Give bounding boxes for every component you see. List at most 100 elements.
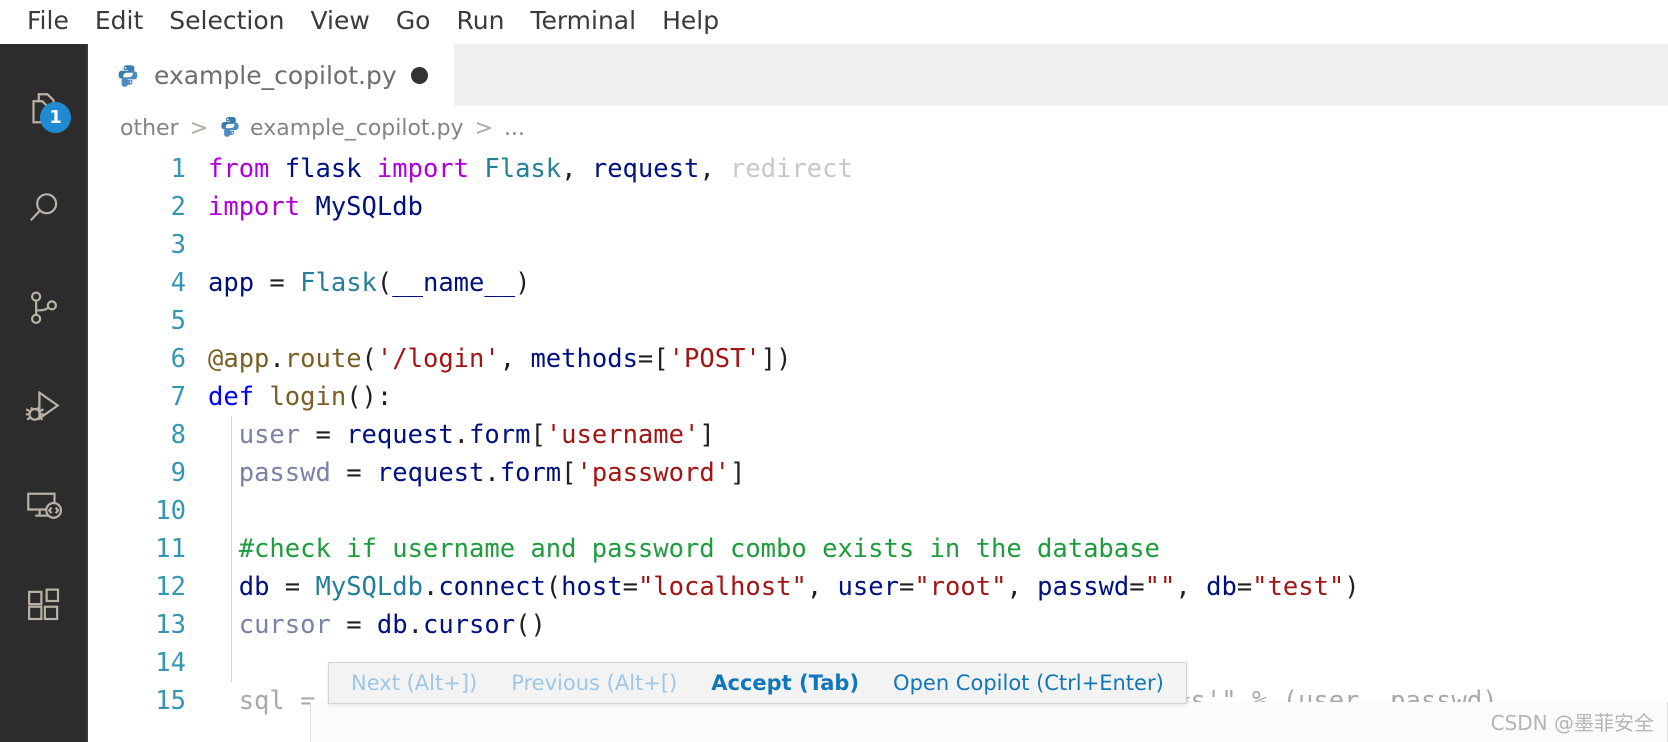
code-line[interactable]: 7def login():: [88, 378, 1668, 416]
menu-item-edit[interactable]: Edit: [82, 5, 156, 39]
code-line[interactable]: 2import MySQLdb: [88, 188, 1668, 226]
python-icon: [219, 115, 241, 141]
code-token: __name__: [392, 268, 515, 298]
code-token: ): [1344, 572, 1359, 602]
code-line-text: #check if username and password combo ex…: [208, 530, 1668, 568]
code-token: db: [377, 610, 408, 640]
code-token: cursor: [423, 610, 515, 640]
sidebar-item-explorer[interactable]: 1: [0, 60, 88, 159]
code-token: [: [561, 458, 576, 488]
code-token: ():: [346, 382, 392, 412]
tab-dirty-indicator[interactable]: [411, 67, 428, 84]
menu-item-terminal[interactable]: Terminal: [517, 5, 649, 39]
code-token: (: [377, 268, 392, 298]
code-token: "localhost": [638, 572, 807, 602]
code-line[interactable]: 3: [88, 226, 1668, 264]
breadcrumb-item-symbol[interactable]: ...: [504, 116, 525, 141]
code-token: form: [500, 458, 561, 488]
code-line-text: db = MySQLdb.connect(host="localhost", u…: [208, 568, 1668, 606]
code-token: [208, 420, 239, 450]
code-token: 'POST': [669, 344, 761, 374]
copilot-open-button[interactable]: Open Copilot (Ctrl+Enter): [893, 671, 1164, 695]
code-token: ,: [699, 154, 730, 184]
line-number: 3: [88, 226, 208, 264]
line-number: 7: [88, 378, 208, 416]
line-number: 4: [88, 264, 208, 302]
code-token: Flask: [484, 154, 561, 184]
code-token: ]): [761, 344, 792, 374]
code-token: =: [346, 610, 377, 640]
code-token: user: [838, 572, 899, 602]
code-token: import: [208, 192, 315, 222]
code-token: "": [1145, 572, 1176, 602]
code-line-text: user = request.form['username']: [208, 416, 1668, 454]
sidebar-item-run-and-debug[interactable]: [0, 357, 88, 456]
vscode-window: File Edit Selection View Go Run Terminal…: [0, 0, 1668, 742]
code-token: "root": [914, 572, 1006, 602]
line-number: 8: [88, 416, 208, 454]
breadcrumb-item-other[interactable]: other: [120, 116, 179, 141]
code-line-text: cursor = db.cursor(): [208, 606, 1668, 644]
code-line[interactable]: 4app = Flask(__name__): [88, 264, 1668, 302]
code-token: flask: [285, 154, 377, 184]
code-token: (: [362, 344, 377, 374]
breadcrumb-separator-1: >: [190, 116, 208, 141]
tab-example-copilot-py[interactable]: example_copilot.py: [88, 44, 454, 106]
menu-item-help[interactable]: Help: [649, 5, 732, 39]
code-token: request: [377, 458, 484, 488]
menu-item-selection[interactable]: Selection: [156, 5, 297, 39]
activity-bar: 1: [0, 44, 88, 742]
menu-item-file[interactable]: File: [14, 5, 82, 39]
code-line-text: app = Flask(__name__): [208, 264, 1668, 302]
code-token: db: [1206, 572, 1237, 602]
copilot-previous-button[interactable]: Previous (Alt+[): [511, 671, 677, 695]
copilot-accept-button[interactable]: Accept (Tab): [711, 671, 859, 695]
sidebar-item-source-control[interactable]: [0, 258, 88, 357]
code-token: def: [208, 382, 269, 412]
python-icon: [116, 63, 140, 87]
code-line[interactable]: 9 passwd = request.form['password']: [88, 454, 1668, 492]
code-line-text: from flask import Flask, request, redire…: [208, 150, 1668, 188]
sidebar-item-remote-explorer[interactable]: [0, 456, 88, 555]
code-line[interactable]: 5: [88, 302, 1668, 340]
code-token: ): [515, 268, 530, 298]
code-line[interactable]: 10: [88, 492, 1668, 530]
code-token: =: [623, 572, 638, 602]
menu-item-go[interactable]: Go: [383, 5, 444, 39]
menu-item-view[interactable]: View: [297, 5, 382, 39]
code-line[interactable]: 12 db = MySQLdb.connect(host="localhost"…: [88, 568, 1668, 606]
code-line[interactable]: 8 user = request.form['username']: [88, 416, 1668, 454]
menu-item-run[interactable]: Run: [443, 5, 517, 39]
code-token: ,: [561, 154, 592, 184]
line-number: 15: [88, 682, 208, 720]
code-token: =: [899, 572, 914, 602]
code-line[interactable]: 6@app.route('/login', methods=['POST']): [88, 340, 1668, 378]
code-editor[interactable]: 1from flask import Flask, request, redir…: [88, 150, 1668, 742]
code-token: =: [1237, 572, 1252, 602]
code-token: cursor: [239, 610, 346, 640]
code-token: Flask: [300, 268, 377, 298]
code-line[interactable]: 11 #check if username and password combo…: [88, 530, 1668, 568]
code-line[interactable]: 13 cursor = db.cursor(): [88, 606, 1668, 644]
editor-group: example_copilot.py other > example_copil…: [88, 44, 1668, 742]
code-token: (): [515, 610, 546, 640]
code-token: .: [269, 344, 284, 374]
code-token: ]: [730, 458, 745, 488]
inline-suggestion-highlight: [310, 702, 1668, 742]
line-number: 12: [88, 568, 208, 606]
code-token: #check if username and password combo ex…: [208, 534, 1160, 564]
code-token: ,: [807, 572, 838, 602]
code-token: [: [530, 420, 545, 450]
sidebar-item-search[interactable]: [0, 159, 88, 258]
code-line[interactable]: 1from flask import Flask, request, redir…: [88, 150, 1668, 188]
code-token: ,: [1006, 572, 1037, 602]
line-number: 1: [88, 150, 208, 188]
copilot-next-button[interactable]: Next (Alt+]): [351, 671, 477, 695]
code-token: (: [546, 572, 561, 602]
sidebar-item-extensions[interactable]: [0, 555, 88, 654]
breadcrumb-item-file[interactable]: example_copilot.py: [219, 115, 464, 141]
code-token: host: [561, 572, 622, 602]
copilot-inline-toolbar: Next (Alt+]) Previous (Alt+[) Accept (Ta…: [328, 662, 1187, 704]
code-token: import: [377, 154, 484, 184]
code-token: =: [346, 458, 377, 488]
